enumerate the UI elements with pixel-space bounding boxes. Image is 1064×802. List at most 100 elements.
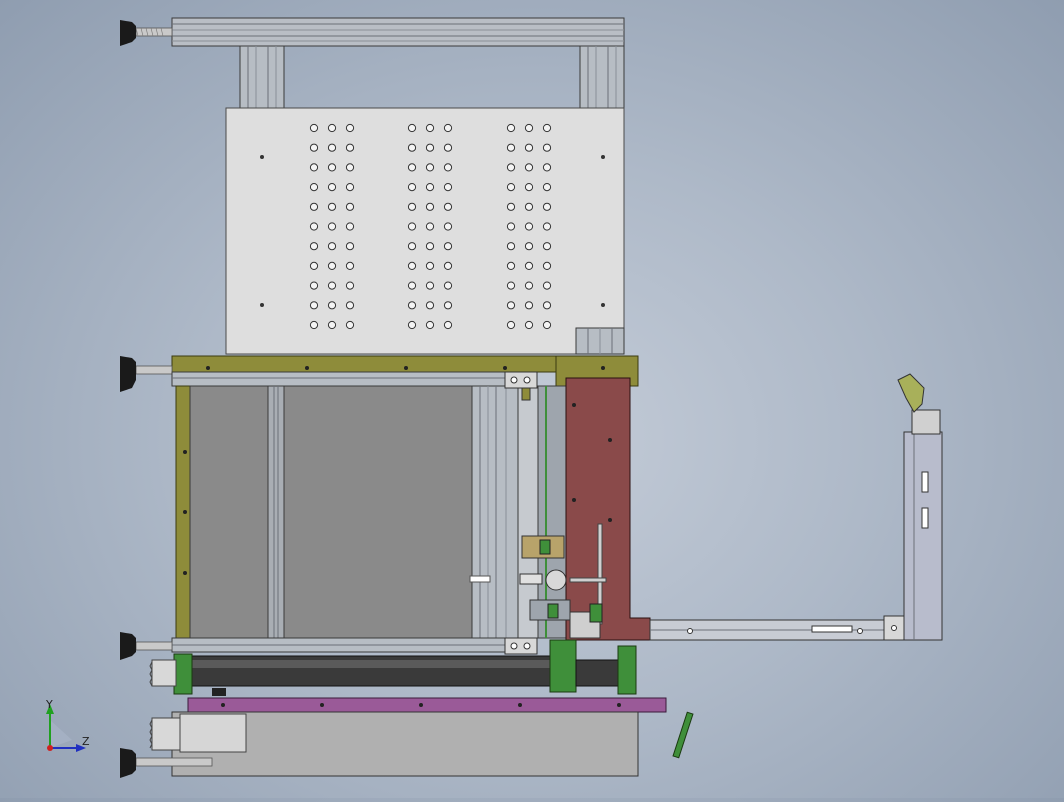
- leveling-knob-icon[interactable]: [120, 20, 173, 46]
- plate-hole: [524, 242, 534, 251]
- plate-hole: [425, 261, 435, 270]
- plate-hole: [345, 222, 355, 231]
- plate-hole: [542, 123, 552, 133]
- right-post-lower: [575, 327, 625, 355]
- plate-hole: [443, 163, 453, 172]
- plate-hole: [407, 202, 417, 211]
- plate-hole: [309, 143, 319, 152]
- plate-hole: [542, 163, 552, 172]
- cad-viewport[interactable]: Y Z: [0, 0, 1064, 798]
- plate-hole: [327, 301, 337, 310]
- y-axis-label: Y: [45, 698, 53, 711]
- plate-hole: [345, 202, 355, 211]
- plate-hole: [407, 242, 417, 251]
- plate-hole: [309, 301, 319, 310]
- plate-hole: [327, 281, 337, 290]
- plate-hole: [506, 143, 516, 152]
- right-vertical-post: [579, 45, 625, 109]
- plate-hole: [506, 242, 516, 251]
- plate-hole: [542, 320, 552, 330]
- plate-hole: [327, 261, 337, 270]
- loose-green-part[interactable]: [672, 711, 694, 759]
- plate-hole: [443, 123, 453, 133]
- plate-hole: [524, 143, 534, 152]
- plate-hole: [309, 320, 319, 330]
- inner-gray-panel[interactable]: [189, 385, 473, 639]
- plate-hole: [345, 143, 355, 152]
- plate-hole: [443, 143, 453, 152]
- plate-hole: [327, 143, 337, 152]
- plate-hole: [425, 123, 435, 133]
- plate-hole: [425, 143, 435, 152]
- extension-arm[interactable]: [649, 373, 943, 641]
- plate-hole: [407, 183, 417, 192]
- plate-hole: [524, 281, 534, 290]
- plate-hole: [506, 320, 516, 330]
- top-profile-beam[interactable]: [171, 17, 625, 47]
- plate-hole: [309, 261, 319, 270]
- plate-hole: [542, 261, 552, 270]
- plate-hole: [542, 222, 552, 231]
- plate-hole: [443, 202, 453, 211]
- plate-hole: [345, 261, 355, 270]
- plate-hole: [524, 261, 534, 270]
- plate-hole: [506, 163, 516, 172]
- plate-hole: [524, 183, 534, 192]
- plate-hole: [309, 242, 319, 251]
- plate-hole: [542, 183, 552, 192]
- brown-side-plate[interactable]: [565, 377, 651, 641]
- plate-hole: [506, 222, 516, 231]
- plate-hole: [425, 163, 435, 172]
- plate-hole: [443, 320, 453, 330]
- plate-hole: [542, 301, 552, 310]
- plate-hole: [425, 222, 435, 231]
- plate-hole: [542, 242, 552, 251]
- plate-hole: [425, 183, 435, 192]
- plate-hole: [327, 242, 337, 251]
- plate-hole: [345, 242, 355, 251]
- plate-hole: [443, 261, 453, 270]
- origin-dot-icon: [47, 745, 53, 751]
- leveling-knob-lower-icon[interactable]: [120, 632, 173, 660]
- plate-hole: [425, 320, 435, 330]
- plate-hole: [407, 281, 417, 290]
- right-aluminum-columns: [471, 371, 567, 639]
- plate-hole: [345, 123, 355, 133]
- plate-hole: [309, 123, 319, 133]
- plate-hole: [345, 320, 355, 330]
- plate-hole: [506, 261, 516, 270]
- plate-hole: [327, 222, 337, 231]
- upper-aluminum-rail: [171, 371, 509, 387]
- plate-hole: [524, 301, 534, 310]
- plate-hole: [542, 281, 552, 290]
- plate-hole: [425, 202, 435, 211]
- plate-hole: [506, 301, 516, 310]
- plate-hole: [506, 202, 516, 211]
- plate-hole: [407, 143, 417, 152]
- plate-hole: [542, 143, 552, 152]
- plate-hole: [345, 183, 355, 192]
- leveling-knob-mid-icon[interactable]: [120, 356, 173, 392]
- plate-hole: [345, 281, 355, 290]
- perforated-plate[interactable]: [225, 107, 625, 355]
- plate-hole: [327, 183, 337, 192]
- plate-hole: [443, 183, 453, 192]
- plate-hole: [345, 163, 355, 172]
- plate-hole: [407, 301, 417, 310]
- plate-hole: [327, 320, 337, 330]
- plate-hole: [506, 281, 516, 290]
- plate-hole: [443, 281, 453, 290]
- purple-support-bar[interactable]: [187, 697, 667, 713]
- coordinate-triad: Y Z: [45, 698, 90, 752]
- plate-hole: [524, 163, 534, 172]
- plate-hole: [425, 281, 435, 290]
- plate-hole: [425, 242, 435, 251]
- plate-hole: [506, 183, 516, 192]
- plate-hole: [425, 301, 435, 310]
- plate-hole: [506, 123, 516, 133]
- plate-hole: [407, 320, 417, 330]
- olive-left-frame: [175, 385, 191, 639]
- plate-hole: [327, 123, 337, 133]
- plate-hole: [524, 222, 534, 231]
- plate-hole: [542, 202, 552, 211]
